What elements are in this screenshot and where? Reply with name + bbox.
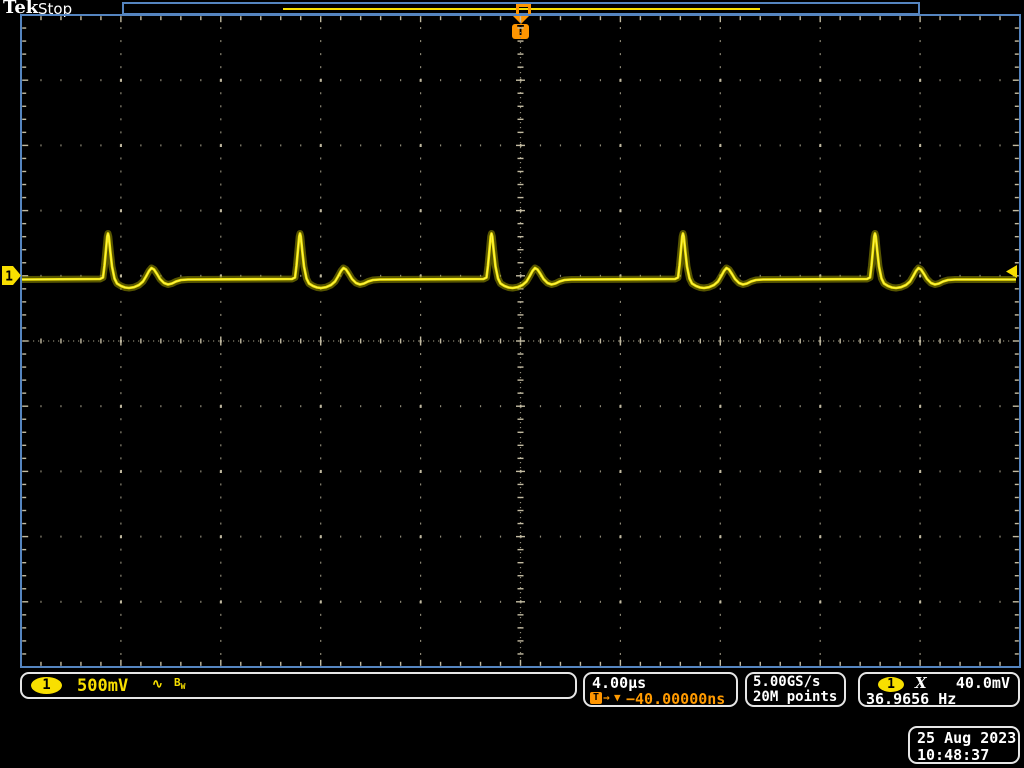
channel1-vertical-scale: 500mV — [77, 676, 129, 696]
bw-letter: B — [174, 676, 181, 689]
graticule-and-waveform: 1 — [2, 14, 1021, 668]
time-value: 10:48:37 — [917, 746, 990, 764]
bw-sub-letter: W — [180, 682, 186, 691]
sample-rate-value: 5.00GS/s — [753, 674, 821, 690]
bandwidth-limit-icon: BW — [174, 676, 185, 691]
arrow-right-icon: → — [603, 691, 610, 704]
trigger-mini-badge: T — [590, 692, 602, 704]
oscilloscope-screen: Tek Stop T 1 1 500mV ∿ BW 4.00µs T → ▼ −… — [0, 0, 1024, 768]
horizontal-readout-box[interactable]: 4.00µs T → ▼ −40.00000ns — [583, 672, 738, 708]
channel1-position-tag-label: 1 — [5, 270, 13, 285]
acquisition-readout-box[interactable]: 5.00GS/s 20M points — [745, 672, 846, 707]
date-value: 25 Aug 2023 — [917, 729, 1017, 747]
record-length-value: 20M points — [753, 689, 838, 705]
channel1-readout-box[interactable]: 1 500mV ∿ BW — [20, 672, 577, 699]
datetime-box: 25 Aug 2023 10:48:37 — [908, 726, 1020, 764]
waveform-trace — [21, 232, 1016, 290]
channel1-badge: 1 — [31, 677, 62, 694]
ac-coupling-icon: ∿ — [152, 677, 163, 692]
trigger-delay-value: −40.00000ns — [626, 690, 726, 708]
slope-down-icon: ▼ — [614, 691, 621, 704]
trigger-frequency-value: 36.9656 Hz — [866, 690, 957, 708]
trigger-readout-box[interactable]: 1 X 40.0mV 36.9656 Hz — [858, 672, 1020, 708]
trigger-level-value: 40.0mV — [955, 674, 1010, 692]
